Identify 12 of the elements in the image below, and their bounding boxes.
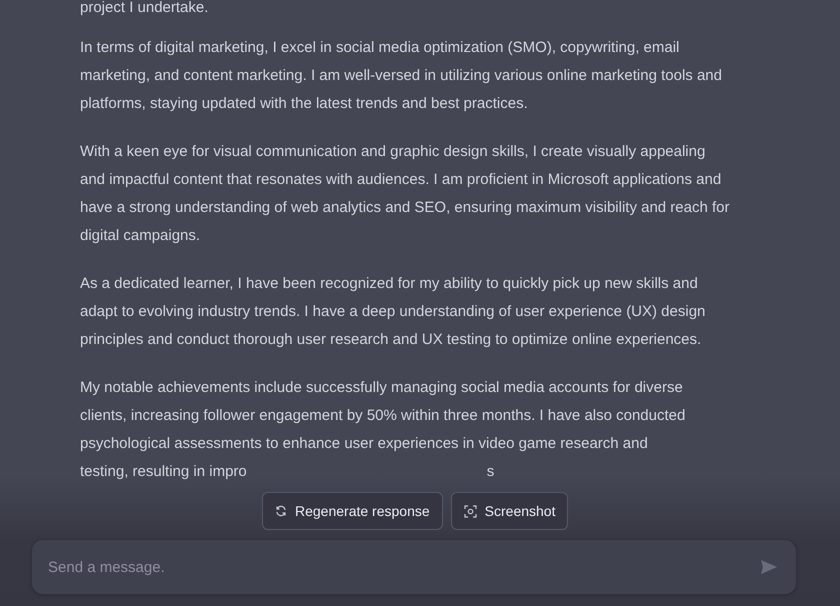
paragraph: project I undertake. bbox=[80, 0, 210, 16]
screenshot-icon bbox=[464, 504, 477, 518]
text-fragment: testing, resulting in impro bbox=[80, 462, 247, 482]
screenshot-button[interactable]: Screenshot bbox=[450, 492, 568, 530]
send-icon[interactable] bbox=[760, 559, 778, 575]
refresh-icon bbox=[275, 505, 287, 517]
paragraph: With a keen eye for visual communication and graphic design skills, I create visually appealing and impactful content that resonates with audiences. I am proficient in Microsoft applications and have a strong understanding of web analytics and SEO, ensuring maximum visibility and reach for digital campaigns. bbox=[80, 142, 730, 246]
message-field[interactable]: Send a message. bbox=[31, 539, 797, 595]
regenerate-button[interactable]: Regenerate response bbox=[262, 492, 443, 530]
text-fragment: s bbox=[486, 462, 494, 482]
paragraph: In terms of digital marketing, I excel in social media optimization (SMO), copywriting, email marketing, and content marketing. I am well-versed in utilizing various online marketing tools and platforms, staying updated with the latest trends and best practices. bbox=[80, 38, 723, 114]
paragraph: As a dedicated learner, I have been recognized for my ability to quickly pick up new skills and adapt to evolving industry trends. I have a deep understanding of user experience (UX) design principles and conduct thorough user research and UX testing to optimize online experiences. bbox=[80, 274, 706, 350]
